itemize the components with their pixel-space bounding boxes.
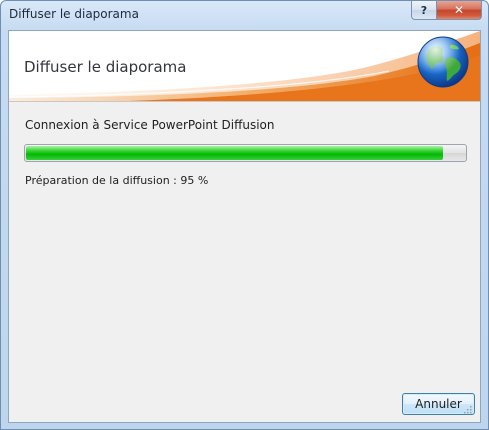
progress-bar bbox=[24, 144, 467, 162]
connection-status-label: Connexion à Service PowerPoint Diffusion bbox=[25, 118, 275, 132]
globe-icon bbox=[417, 36, 469, 88]
progress-detail-text: Préparation de la diffusion : 95 % bbox=[25, 174, 209, 187]
dialog-content: Diffuser le diaporama Connexion à Servic… bbox=[8, 30, 481, 423]
close-button[interactable]: ✕ bbox=[437, 1, 482, 20]
banner-title: Diffuser le diaporama bbox=[24, 58, 187, 76]
header-banner: Diffuser le diaporama bbox=[9, 31, 480, 101]
window-title: Diffuser le diaporama bbox=[9, 7, 139, 21]
title-bar[interactable]: Diffuser le diaporama ? ✕ bbox=[1, 1, 488, 29]
close-icon: ✕ bbox=[453, 3, 465, 17]
resize-grip-icon[interactable] bbox=[462, 404, 472, 414]
help-icon: ? bbox=[420, 3, 428, 17]
help-button[interactable]: ? bbox=[411, 1, 437, 20]
caption-buttons: ? ✕ bbox=[411, 1, 482, 21]
banner-divider bbox=[9, 101, 480, 102]
progress-bar-fill bbox=[26, 146, 444, 160]
broadcast-dialog: Diffuser le diaporama ? ✕ Diffuser le di… bbox=[0, 0, 489, 430]
